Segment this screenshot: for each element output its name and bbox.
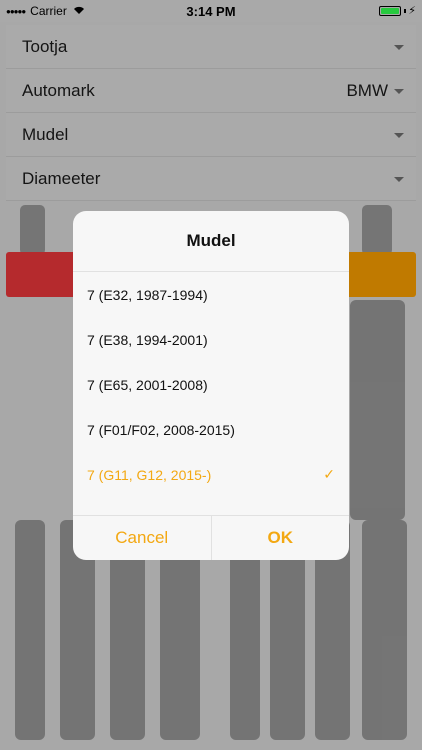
dialog-title: Mudel bbox=[73, 211, 349, 272]
track-top-2 bbox=[362, 205, 392, 255]
option-label: 7 (E32, 1987-1994) bbox=[87, 286, 208, 303]
row-label: Automark bbox=[22, 80, 95, 100]
option-item[interactable]: 7 (F01/F02, 2008-2015) bbox=[73, 407, 349, 452]
chevron-down-icon bbox=[394, 89, 404, 94]
dialog-actions: Cancel OK bbox=[73, 515, 349, 560]
option-label: 7 (E65, 2001-2008) bbox=[87, 376, 208, 393]
option-label: 7 (G11, G12, 2015-) bbox=[87, 466, 212, 483]
option-item[interactable]: 7 (E32, 1987-1994) bbox=[73, 272, 349, 317]
option-label: 7 (F01/F02, 2008-2015) bbox=[87, 421, 235, 438]
chevron-down-icon bbox=[394, 133, 404, 138]
track-left-1 bbox=[15, 520, 45, 740]
cancel-button[interactable]: Cancel bbox=[73, 516, 212, 560]
row-value: BMW bbox=[346, 80, 388, 100]
option-item[interactable]: 7 (E65, 2001-2008) bbox=[73, 362, 349, 407]
chevron-down-icon bbox=[394, 177, 404, 182]
checkmark-icon: ✓ bbox=[323, 466, 335, 482]
row-label: Diameeter bbox=[22, 168, 101, 188]
chevron-down-icon bbox=[394, 45, 404, 50]
option-item-selected[interactable]: 7 (G11, G12, 2015-) ✓ bbox=[73, 452, 349, 497]
track-side-right bbox=[350, 300, 405, 520]
model-picker-dialog: Mudel 7 (E32, 1987-1994) 7 (E38, 1994-20… bbox=[73, 211, 349, 560]
option-item[interactable]: 7 (E38, 1994-2001) bbox=[73, 317, 349, 362]
row-diameeter[interactable]: Diameeter bbox=[6, 157, 416, 201]
track-top-1 bbox=[20, 205, 45, 255]
row-mudel[interactable]: Mudel bbox=[6, 113, 416, 157]
ok-button[interactable]: OK bbox=[212, 516, 350, 560]
row-automark[interactable]: Automark BMW bbox=[6, 69, 416, 113]
row-label: Tootja bbox=[22, 36, 68, 56]
settings-form: Tootja Automark BMW Mudel Diameeter bbox=[6, 25, 416, 201]
track-right-4 bbox=[362, 520, 407, 740]
option-label: 7 (E38, 1994-2001) bbox=[87, 331, 208, 348]
row-tootja[interactable]: Tootja bbox=[6, 25, 416, 69]
row-label: Mudel bbox=[22, 124, 69, 144]
